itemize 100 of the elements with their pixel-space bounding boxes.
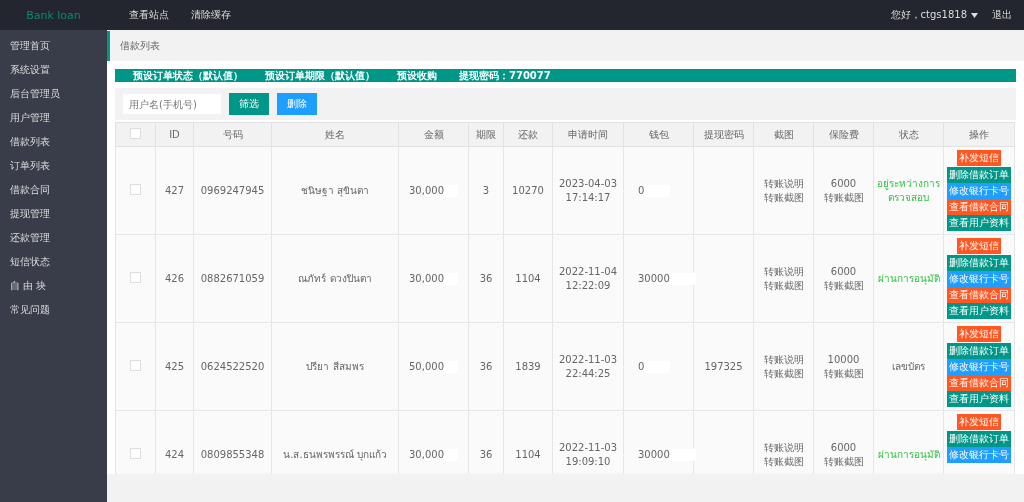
screenshot-link[interactable]: 转账截图	[763, 190, 804, 205]
screenshot-link[interactable]: 转账截图	[763, 278, 804, 293]
date-text: 2022-11-04 12:22:09	[558, 264, 618, 293]
action-button[interactable]: 删除借款订单	[947, 167, 1011, 183]
insurance-text: 10000	[826, 352, 861, 367]
column-header: 状态	[873, 122, 944, 147]
wallet-text: 0	[638, 185, 645, 196]
table-cell: ณภัทร์ ดวงปินตา	[271, 234, 399, 323]
table-cell: 0624522520	[193, 322, 272, 411]
amount-text: 30,000	[409, 185, 444, 196]
screenshot-link[interactable]: 转账截图	[823, 366, 864, 381]
table-cell: 3	[468, 146, 504, 235]
action-button[interactable]: 查看借款合同	[947, 199, 1011, 215]
table-cell: น.ส.ธนพรพรรณ์ บุกแก้ว	[271, 410, 399, 474]
action-button[interactable]: 查看用户资料	[947, 303, 1011, 319]
sidebar-item[interactable]: 用户管理	[0, 106, 107, 130]
notice-text: 提现密码：770077	[459, 69, 551, 82]
breadcrumb: 借款列表	[120, 39, 160, 53]
action-button[interactable]: 补发短信	[957, 238, 1001, 254]
caret-icon	[971, 12, 978, 18]
screenshot-link[interactable]: 转账截图	[763, 454, 804, 469]
sidebar-item[interactable]: 借款合同	[0, 178, 107, 202]
screenshot-link[interactable]: 转账说明	[763, 352, 804, 367]
sidebar-item[interactable]: 常见问题	[0, 298, 107, 322]
column-header: 号码	[193, 122, 272, 147]
sidebar-item[interactable]: 提现管理	[0, 202, 107, 226]
column-header: 姓名	[271, 122, 399, 147]
action-button[interactable]: 删除借款订单	[947, 255, 1011, 271]
password-text: 197325	[704, 361, 743, 372]
action-button[interactable]: 补发短信	[957, 326, 1001, 342]
table-cell: 10270	[503, 146, 553, 235]
action-button[interactable]: 删除借款订单	[947, 343, 1011, 359]
screenshot-link[interactable]: 转账截图	[823, 454, 864, 469]
filter-button[interactable]: 筛选	[229, 93, 269, 115]
sidebar-item[interactable]: 自 由 块	[0, 274, 107, 298]
sidebar-item[interactable]: 还款管理	[0, 226, 107, 250]
action-button[interactable]: 查看借款合同	[947, 375, 1011, 391]
nav-link[interactable]: 查看站点	[129, 8, 169, 22]
screenshot-link[interactable]: 转账说明	[763, 440, 804, 455]
table-cell: 425	[155, 322, 194, 411]
sidebar-item[interactable]: 短信状态	[0, 250, 107, 274]
notice-text: 预设订单状态（默认值）	[133, 69, 243, 82]
logout-link[interactable]: 退出	[992, 8, 1012, 22]
action-button[interactable]: 删除借款订单	[947, 431, 1011, 447]
sidebar-item[interactable]: 系统设置	[0, 58, 107, 82]
insurance-text: 6000	[829, 264, 858, 279]
action-button[interactable]: 查看借款合同	[947, 287, 1011, 303]
table-cell: 0969247945	[193, 146, 272, 235]
amount-text: 30,000	[409, 273, 444, 284]
nav-link[interactable]: 清除缓存	[191, 8, 231, 22]
brand-logo[interactable]: Bank loan	[0, 8, 107, 22]
date-text: 2023-04-03 17:14:17	[558, 176, 618, 205]
action-button[interactable]: 补发短信	[957, 414, 1001, 430]
action-button[interactable]: 查看用户资料	[947, 215, 1011, 231]
insurance-text: 6000	[829, 176, 858, 191]
screenshot-link[interactable]: 转账截图	[823, 278, 864, 293]
search-field[interactable]: 用户名(手机号)	[123, 94, 221, 114]
sidebar-item[interactable]: 借款列表	[0, 130, 107, 154]
checkbox[interactable]	[130, 360, 141, 371]
checkbox[interactable]	[130, 128, 141, 139]
table-cell: 426	[155, 234, 194, 323]
table-cell: 1104	[503, 410, 553, 474]
table-cell: 427	[155, 146, 194, 235]
screenshot-link[interactable]: 转账说明	[763, 176, 804, 191]
table-cell: 0809855348	[193, 410, 272, 474]
screenshot-link[interactable]: 转账截图	[823, 190, 864, 205]
column-header: 期限	[468, 122, 504, 147]
column-header: 截图	[753, 122, 814, 147]
notice-text: 预设订单期限（默认值）	[265, 69, 375, 82]
screenshot-link[interactable]: 转账说明	[763, 264, 804, 279]
checkbox[interactable]	[130, 448, 141, 459]
date-text: 2022-11-03 22:44:25	[558, 352, 618, 381]
screenshot-link[interactable]: 转账截图	[763, 366, 804, 381]
table-cell: 424	[155, 410, 194, 474]
status-text: เลขบัตร	[891, 359, 926, 374]
column-header: 保险费	[813, 122, 874, 147]
action-button[interactable]: 查看用户资料	[947, 391, 1011, 407]
amount-text: 30,000	[409, 449, 444, 460]
table-cell: 36	[468, 410, 504, 474]
notice-text: 预设收购	[397, 69, 437, 82]
date-text: 2022-11-03 19:09:10	[558, 440, 618, 469]
checkbox[interactable]	[130, 184, 141, 195]
sidebar-item[interactable]: 后台管理员	[0, 82, 107, 106]
column-header: ID	[155, 122, 194, 147]
column-header: 提现密码	[693, 122, 754, 147]
table-cell: 1839	[503, 322, 553, 411]
status-text: อยู่ระหว่างการตรวจสอบ	[876, 176, 941, 205]
table-cell: 1104	[503, 234, 553, 323]
action-button[interactable]: 补发短信	[957, 150, 1001, 166]
column-header: 申请时间	[552, 122, 624, 147]
table-cell: 36	[468, 322, 504, 411]
wallet-text: 30000	[638, 273, 670, 284]
sidebar-item[interactable]: 管理首页	[0, 34, 107, 58]
table-cell: 36	[468, 234, 504, 323]
column-header: 操作	[943, 122, 1015, 147]
table-cell: 0882671059	[193, 234, 272, 323]
status-text: ผ่านการอนุมัติ	[876, 447, 941, 462]
sidebar-item[interactable]: 订单列表	[0, 154, 107, 178]
checkbox[interactable]	[130, 272, 141, 283]
user-menu[interactable]: 您好，ctgs1818	[890, 8, 978, 22]
